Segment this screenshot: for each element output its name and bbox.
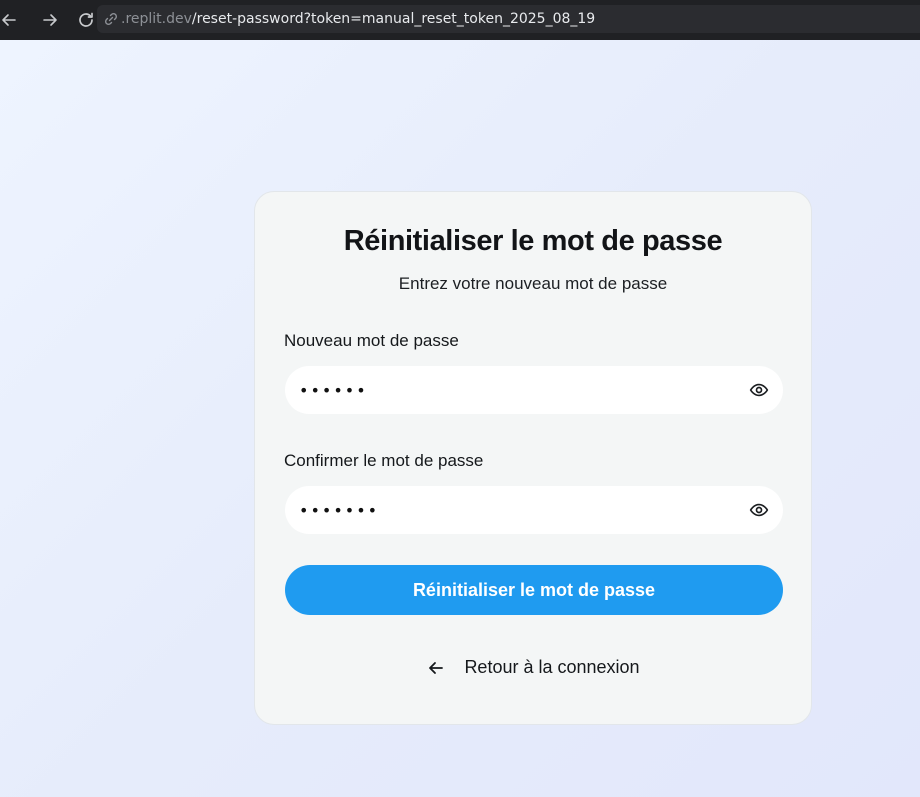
- reload-icon: [79, 12, 93, 27]
- confirm-password-input[interactable]: [299, 486, 729, 534]
- reset-password-button[interactable]: Réinitialiser le mot de passe: [285, 565, 783, 615]
- new-password-label: Nouveau mot de passe: [284, 331, 459, 350]
- link-icon: [103, 11, 119, 27]
- page-background: Réinitialiser le mot de passe Entrez vot…: [0, 40, 920, 797]
- eye-icon: [749, 383, 769, 397]
- eye-icon: [749, 503, 769, 517]
- forward-button[interactable]: [33, 3, 67, 37]
- arrow-left-icon: [426, 658, 446, 678]
- confirm-password-label: Confirmer le mot de passe: [284, 451, 484, 470]
- page-title: Réinitialiser le mot de passe: [343, 225, 723, 257]
- back-to-login-label: Retour à la connexion: [464, 657, 640, 677]
- back-button[interactable]: [0, 3, 18, 37]
- url-path: /reset-password?token=manual_reset_token…: [191, 11, 596, 27]
- reset-password-card: Réinitialiser le mot de passe Entrez vot…: [254, 191, 812, 725]
- page-subtitle: Entrez votre nouveau mot de passe: [398, 274, 668, 293]
- url-host: .replit.dev: [121, 11, 192, 27]
- new-password-input[interactable]: [299, 366, 729, 414]
- arrow-left-icon: [2, 14, 16, 26]
- toggle-new-password-visibility[interactable]: [747, 378, 771, 402]
- arrow-right-icon: [43, 14, 57, 26]
- confirm-password-field-wrapper: [285, 486, 783, 534]
- address-bar[interactable]: .replit.dev/reset-password?token=manual_…: [97, 5, 920, 33]
- browser-toolbar: .replit.dev/reset-password?token=manual_…: [0, 0, 920, 40]
- toggle-confirm-password-visibility[interactable]: [747, 498, 771, 522]
- back-to-login-link[interactable]: Retour à la connexion: [255, 657, 811, 678]
- new-password-field-wrapper: [285, 366, 783, 414]
